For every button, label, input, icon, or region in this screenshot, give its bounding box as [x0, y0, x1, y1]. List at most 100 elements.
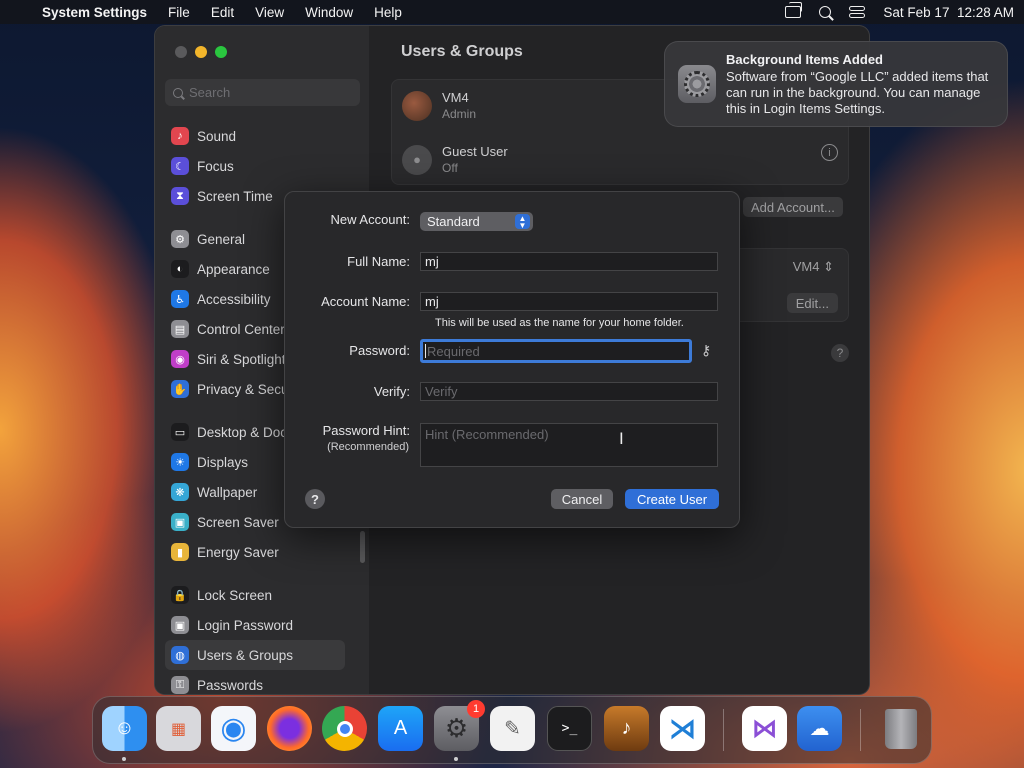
ibeam-cursor-icon: I	[619, 429, 624, 448]
trash-icon[interactable]	[878, 706, 923, 751]
user-row-guest[interactable]: ● Guest User Off	[402, 144, 508, 175]
sidebar-item-label: Control Center	[197, 321, 285, 337]
cancel-button[interactable]: Cancel	[551, 489, 613, 509]
window-controls	[175, 46, 227, 58]
wallpaper-icon: ❋	[171, 483, 189, 501]
gear-icon: ⚙	[171, 230, 189, 248]
moon-icon: ☾	[171, 157, 189, 175]
account-type-value: Standard	[427, 214, 480, 229]
visual-studio-icon[interactable]: ⋈	[742, 706, 787, 751]
weather-icon[interactable]: ☁	[797, 706, 842, 751]
user-name: VM4	[442, 90, 469, 105]
account-name-field[interactable]: mj	[420, 292, 718, 311]
sidebar-item-label: Users & Groups	[197, 647, 294, 663]
menu-bar: System Settings File Edit View Window He…	[0, 0, 1024, 24]
user-role: Admin	[442, 107, 477, 121]
sidebar-item-login-password[interactable]: ▣ Login Password	[165, 610, 360, 640]
system-settings-app-icon	[678, 65, 716, 103]
password-placeholder: Required	[427, 343, 480, 359]
spotlight-search-icon[interactable]	[819, 6, 832, 18]
accessibility-icon: ♿	[171, 290, 189, 308]
sun-icon: ☀	[171, 453, 189, 471]
sidebar-item-label: Desktop & Dock	[197, 424, 294, 440]
sidebar-item-label: Siri & Spotlight	[197, 351, 286, 367]
menu-window[interactable]: Window	[305, 5, 353, 20]
finder-icon[interactable]: ☺	[102, 706, 147, 751]
sidebar-item-energy-saver[interactable]: ▮ Energy Saver	[165, 537, 360, 567]
auto-login-select[interactable]: VM4 ⇕	[793, 259, 834, 275]
sidebar-item-label: Focus	[197, 158, 234, 174]
password-field[interactable]: Required	[420, 339, 692, 363]
sidebar-item-label: Lock Screen	[197, 587, 273, 603]
minimize-button[interactable]	[195, 46, 207, 58]
sidebar-item-focus[interactable]: ☾ Focus	[165, 151, 360, 181]
menubar-clock[interactable]: Sat Feb 17 12:28 AM	[883, 5, 1014, 20]
help-button[interactable]: ?	[305, 489, 325, 509]
menu-help[interactable]: Help	[374, 5, 402, 20]
info-icon[interactable]: i	[821, 144, 838, 161]
sidebar-item-users-groups[interactable]: ◍ Users & Groups	[165, 640, 345, 670]
system-settings-icon[interactable]: ⚙ 1	[434, 700, 485, 751]
sidebar-item-sound[interactable]: ♪ Sound	[165, 121, 360, 151]
full-name-label: Full Name:	[347, 254, 410, 269]
help-button-background[interactable]: ?	[831, 344, 849, 362]
screen-mirroring-icon[interactable]	[785, 2, 803, 18]
appearance-icon: ◐	[171, 260, 189, 278]
dock-separator	[723, 709, 724, 751]
firefox-icon[interactable]	[267, 706, 312, 751]
sidebar-item-label: Wallpaper	[197, 484, 258, 500]
key-icon: ⚿	[171, 676, 189, 694]
zoom-button[interactable]	[215, 46, 227, 58]
lock-icon: 🔒	[171, 586, 189, 604]
control-center-menu-icon[interactable]	[849, 6, 866, 18]
terminal-icon[interactable]: >_	[547, 706, 592, 751]
vscode-icon[interactable]: ⋊	[660, 706, 705, 751]
chrome-icon[interactable]	[322, 706, 367, 751]
running-indicator	[454, 757, 458, 761]
sidebar-item-label: Screen Saver	[197, 514, 279, 530]
menu-edit[interactable]: Edit	[211, 5, 234, 20]
text-caret	[425, 344, 426, 358]
search-placeholder: Search	[189, 85, 231, 100]
control-center-icon: ▤	[171, 320, 189, 338]
password-assistant-key-icon[interactable]: ⚷	[701, 342, 711, 359]
app-store-icon[interactable]: A	[378, 706, 423, 751]
verify-field[interactable]: Verify	[420, 382, 718, 401]
notification-banner[interactable]: Background Items Added Software from “Go…	[664, 41, 1008, 127]
close-button[interactable]	[175, 46, 187, 58]
notification-title: Background Items Added	[726, 52, 883, 67]
sidebar-search-field[interactable]: Search	[165, 79, 360, 106]
hand-icon: ✋	[171, 380, 189, 398]
edit-button[interactable]: Edit...	[786, 293, 838, 313]
chevron-updown-icon: ▲ ▼	[515, 214, 530, 229]
sidebar-item-passwords[interactable]: ⚿ Passwords	[165, 670, 360, 694]
menu-app-name[interactable]: System Settings	[42, 5, 147, 20]
sidebar-item-label: Energy Saver	[197, 544, 279, 560]
garageband-icon[interactable]: ♪	[604, 706, 649, 751]
safari-icon[interactable]: ◉	[211, 706, 256, 751]
full-name-field[interactable]: mj	[420, 252, 718, 271]
hourglass-icon: ⧗	[171, 187, 189, 205]
user-role: Off	[442, 161, 458, 175]
add-account-button[interactable]: Add Account...	[743, 197, 843, 217]
password-hint-field[interactable]: Hint (Recommended)	[420, 423, 718, 467]
search-icon	[173, 87, 183, 98]
account-name-note: This will be used as the name for your h…	[435, 317, 684, 329]
menu-file[interactable]: File	[168, 5, 190, 20]
password-hint-sublabel: (Recommended)	[327, 441, 409, 453]
user-name: Guest User	[442, 144, 508, 159]
account-type-popup[interactable]: Standard ▲ ▼	[420, 212, 533, 231]
sidebar-scrollbar[interactable]	[360, 531, 365, 563]
running-indicator	[122, 757, 126, 761]
launchpad-icon[interactable]: ▦	[156, 706, 201, 751]
sidebar-item-lock-screen[interactable]: 🔒 Lock Screen	[165, 580, 360, 610]
textedit-icon[interactable]: ✎	[490, 706, 535, 751]
guest-avatar-icon: ●	[402, 144, 432, 175]
verify-label: Verify:	[373, 384, 410, 399]
user-row-vm4[interactable]: VM4 Admin	[402, 90, 476, 121]
menu-view[interactable]: View	[255, 5, 284, 20]
sidebar-item-label: Displays	[197, 454, 249, 470]
auto-login-value: VM4	[792, 259, 820, 274]
create-user-button[interactable]: Create User	[625, 489, 719, 509]
